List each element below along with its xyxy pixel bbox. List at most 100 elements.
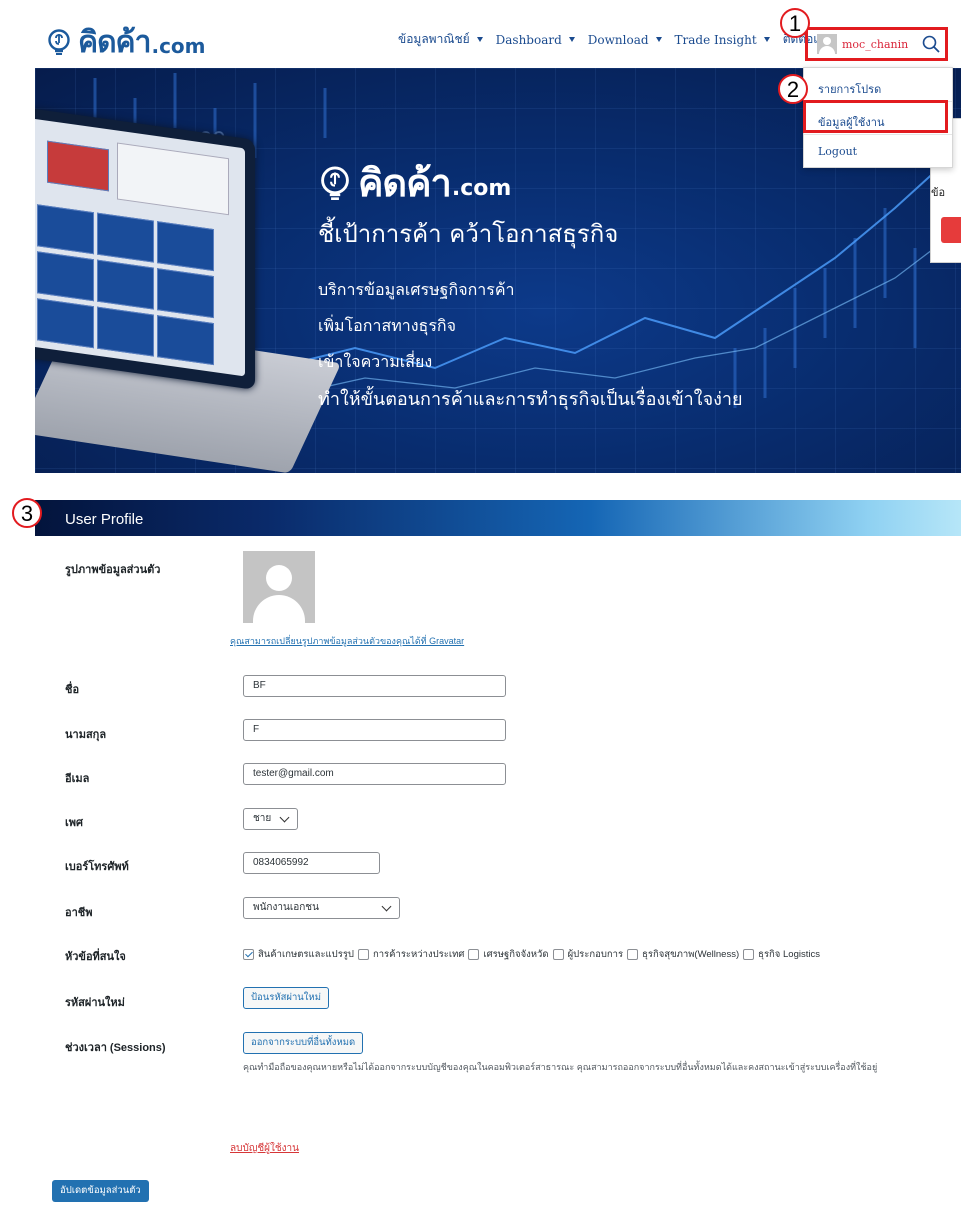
checkbox[interactable] (552, 949, 564, 960)
tablet-tile (37, 204, 94, 255)
site-logo[interactable]: คิดค้า .com (46, 24, 206, 60)
occupation-value: พนักงานเอกชน (253, 902, 319, 913)
interest-label: สินค้าเกษตรและแปรรูป (258, 949, 354, 960)
logo-suffix: .com (151, 34, 206, 58)
label-gender: เพศ (65, 817, 83, 829)
logo-text: คิดค้า (78, 24, 151, 60)
chevron-down-icon (763, 37, 770, 42)
user-menu-toggle[interactable]: moc_chanin (805, 27, 948, 61)
banner-line: เพิ่มโอกาสทางธุรกิจ (318, 316, 456, 335)
tablet-image (35, 106, 255, 390)
email-input[interactable]: tester@gmail.com (243, 763, 506, 785)
tablet-tile (37, 251, 94, 302)
interest-label: การค้าระหว่างประเทศ (372, 949, 465, 960)
dropdown-item-favorites[interactable]: รายการโปรด (818, 80, 881, 98)
nav-label: Download (587, 32, 649, 47)
nav-item-download[interactable]: Download (588, 30, 662, 49)
tablet-screen (35, 117, 245, 377)
profile-avatar (243, 551, 315, 623)
checkbox[interactable] (627, 949, 639, 960)
banner-line: ทำให้ขั้นตอนการค้าและการทำธุรกิจเป็นเรื่… (318, 389, 743, 410)
banner-logo-suffix: .com (451, 176, 512, 201)
interest-agriculture[interactable]: สินค้าเกษตรและแปรรูป (243, 947, 354, 962)
tablet-tile (37, 298, 94, 349)
side-card-text: ข้อ (931, 186, 946, 199)
banner-line: บริการข้อมูลเศรษฐกิจการค้า (318, 280, 515, 299)
nav-label: ข้อมูลพาณิชย์ (398, 32, 470, 46)
interest-label: ธุรกิจ Logistics (758, 949, 820, 960)
interest-provincial-economy[interactable]: เศรษฐกิจจังหวัด (468, 947, 549, 962)
banner-logo-text: คิดค้า (358, 161, 452, 205)
sessions-note: คุณทำมือถือของคุณหายหรือไม่ได้ออกจากระบบ… (243, 1062, 878, 1072)
interests-group: สินค้าเกษตรและแปรรูป การค้าระหว่างประเทศ… (243, 947, 824, 962)
nav-item-commerce-data[interactable]: ข้อมูลพาณิชย์ (398, 30, 483, 49)
lightbulb-logo-icon (321, 166, 349, 200)
last-name-input[interactable]: F (243, 719, 506, 741)
lightbulb-logo-icon (48, 29, 70, 55)
highlight-user-info (803, 100, 948, 133)
nav-label: Trade Insight (674, 32, 757, 47)
tablet-tile (157, 268, 214, 319)
tablet-tile (117, 142, 229, 216)
nav-item-dashboard[interactable]: Dashboard (496, 30, 575, 49)
tablet-tile (157, 221, 214, 272)
gender-select[interactable]: ชาย (243, 808, 298, 830)
dropdown-divider (804, 134, 952, 135)
chevron-down-icon (655, 37, 662, 42)
nav-item-trade-insight[interactable]: Trade Insight (675, 30, 770, 49)
label-interests: หัวข้อที่สนใจ (65, 951, 126, 963)
username: moc_chanin (842, 37, 909, 51)
label-photo: รูปภาพข้อมูลส่วนตัว (65, 564, 161, 576)
logout-everywhere-button[interactable]: ออกจากระบบที่อื่นทั้งหมด (243, 1032, 364, 1054)
interest-entrepreneur[interactable]: ผู้ประกอบการ (552, 947, 624, 962)
avatar-head-shape (266, 565, 292, 591)
new-password-button[interactable]: ป้อนรหัสผ่านใหม่ (243, 987, 329, 1009)
main-nav: ข้อมูลพาณิชย์ Dashboard Download Trade I… (398, 30, 830, 49)
label-first-name: ชื่อ (65, 684, 80, 696)
label-new-password: รหัสผ่านใหม่ (65, 997, 125, 1009)
callout-2: 2 (778, 74, 808, 104)
label-phone: เบอร์โทรศัพท์ (65, 861, 129, 873)
checkbox[interactable] (357, 949, 369, 960)
chevron-down-icon (381, 901, 392, 912)
tablet-tile (157, 315, 214, 366)
side-card-button[interactable] (941, 217, 961, 243)
search-icon[interactable] (922, 35, 940, 53)
checkbox[interactable] (743, 949, 755, 960)
label-last-name: นามสกุล (65, 729, 107, 741)
checkbox[interactable] (243, 949, 254, 960)
interest-label: เศรษฐกิจจังหวัด (483, 949, 549, 960)
profile-header-bar (35, 500, 961, 536)
user-avatar (817, 34, 837, 54)
profile-title: User Profile (65, 511, 144, 528)
first-name-input[interactable]: BF (243, 675, 506, 697)
tablet-tile (97, 212, 154, 263)
chevron-down-icon (476, 37, 483, 42)
gravatar-link[interactable]: คุณสามารถเปลี่ยนรูปภาพข้อมูลส่วนตัวของคุ… (230, 634, 464, 648)
banner-line: เข้าใจความเสี่ยง (318, 352, 433, 371)
phone-input[interactable]: 0834065992 (243, 852, 380, 874)
occupation-select[interactable]: พนักงานเอกชน (243, 897, 400, 919)
callout-3: 3 (12, 498, 42, 528)
interest-logistics[interactable]: ธุรกิจ Logistics (743, 947, 820, 962)
interest-label: ผู้ประกอบการ (567, 949, 624, 960)
delete-account-link[interactable]: ลบบัญชีผู้ใช้งาน (230, 1141, 299, 1156)
gender-value: ชาย (253, 813, 272, 824)
checkbox[interactable] (468, 949, 480, 960)
callout-1: 1 (780, 8, 810, 38)
avatar-body-shape (253, 595, 305, 623)
dropdown-item-logout[interactable]: Logout (818, 145, 857, 158)
label-email: อีเมล (65, 773, 90, 785)
chevron-down-icon (279, 812, 290, 823)
chevron-down-icon (568, 37, 575, 42)
interest-international-trade[interactable]: การค้าระหว่างประเทศ (357, 947, 465, 962)
update-profile-button[interactable]: อัปเดตข้อมูลส่วนตัว (52, 1180, 149, 1202)
tablet-tile (97, 259, 154, 310)
banner-logo: คิดค้า .com (318, 152, 511, 213)
banner-title: ชี้เป้าการค้า คว้าโอกาสธุรกิจ (318, 220, 619, 248)
label-sessions: ช่วงเวลา (Sessions) (65, 1042, 166, 1054)
label-occupation: อาชีพ (65, 907, 93, 919)
interest-label: ธุรกิจสุขภาพ(Wellness) (642, 949, 740, 960)
interest-wellness[interactable]: ธุรกิจสุขภาพ(Wellness) (627, 947, 739, 962)
tablet-tile (47, 140, 109, 192)
